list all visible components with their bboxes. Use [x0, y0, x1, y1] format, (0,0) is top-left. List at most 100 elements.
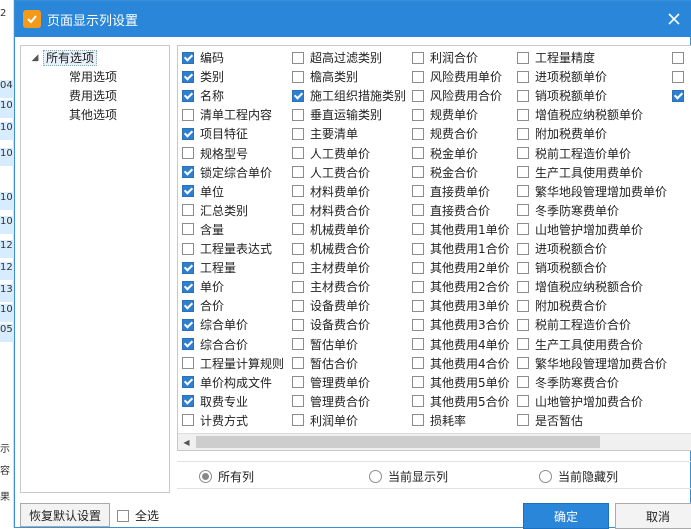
- checkbox[interactable]: [182, 147, 194, 159]
- checkbox[interactable]: [517, 280, 529, 293]
- column-option-item[interactable]: 是否暂估: [517, 411, 583, 430]
- checkbox[interactable]: [412, 223, 424, 236]
- checkbox[interactable]: [517, 357, 529, 370]
- checkbox[interactable]: [517, 108, 529, 121]
- column-option-item[interactable]: 暂估合价: [292, 354, 358, 373]
- column-option-item[interactable]: 设备费单价: [292, 296, 370, 315]
- column-option-item[interactable]: 主要清单: [292, 124, 358, 143]
- checkbox[interactable]: [517, 89, 529, 102]
- column-option-item[interactable]: 直接费合价: [412, 201, 490, 220]
- scroll-thumb[interactable]: [196, 436, 600, 448]
- tree-item-common[interactable]: 常用选项: [69, 68, 117, 86]
- checkbox[interactable]: [292, 338, 304, 350]
- checkbox[interactable]: [517, 127, 529, 140]
- checkbox[interactable]: [292, 376, 304, 389]
- checkbox[interactable]: [517, 318, 529, 331]
- column-option-item[interactable]: 规费单价: [412, 105, 478, 124]
- checkbox[interactable]: [182, 357, 194, 370]
- column-option-item[interactable]: 单价: [182, 277, 224, 296]
- checkbox[interactable]: [412, 147, 424, 159]
- checkbox[interactable]: [412, 51, 424, 64]
- column-option-item[interactable]: 销项税额合价: [517, 258, 607, 277]
- column-option-item[interactable]: 计费方式: [182, 411, 248, 430]
- column-option-item[interactable]: 冬季防寒费合价: [517, 373, 619, 392]
- close-icon[interactable]: [664, 9, 684, 29]
- checkbox[interactable]: [182, 204, 194, 217]
- column-option-item[interactable]: 编码: [182, 48, 224, 67]
- column-option-item[interactable]: 锁定综合单价: [182, 163, 272, 182]
- radio-button[interactable]: [199, 470, 212, 483]
- column-option-item[interactable]: [672, 67, 690, 86]
- column-option-item[interactable]: [672, 86, 690, 105]
- checkbox[interactable]: [517, 376, 529, 389]
- checkbox[interactable]: [517, 299, 529, 312]
- checkbox[interactable]: [292, 51, 304, 64]
- checkbox[interactable]: [517, 147, 529, 159]
- column-option-item[interactable]: 其他费用3单价: [412, 296, 510, 315]
- checkbox[interactable]: [182, 223, 194, 236]
- checkbox[interactable]: [412, 261, 424, 274]
- checkbox[interactable]: [672, 51, 684, 64]
- column-option-item[interactable]: 管理费单价: [292, 373, 370, 392]
- column-option-item[interactable]: 风险费用单价: [412, 67, 502, 86]
- checkbox[interactable]: [412, 318, 424, 331]
- column-option-item[interactable]: 冬季防寒费单价: [517, 201, 619, 220]
- checkbox[interactable]: [517, 338, 529, 350]
- column-option-item[interactable]: 工程量计算规则: [182, 354, 284, 373]
- column-option-item[interactable]: 繁华地段管理增加费单价: [517, 182, 667, 201]
- column-option-item[interactable]: 主材费单价: [292, 258, 370, 277]
- checkbox[interactable]: [412, 185, 424, 198]
- cancel-button[interactable]: 取消: [615, 503, 691, 529]
- checkbox[interactable]: [412, 127, 424, 140]
- checkbox[interactable]: [292, 242, 304, 255]
- checkbox[interactable]: [672, 70, 684, 83]
- checkbox[interactable]: [412, 89, 424, 102]
- checked-checkbox[interactable]: [182, 261, 194, 274]
- checkbox[interactable]: [292, 147, 304, 159]
- checked-checkbox[interactable]: [182, 89, 194, 102]
- checkbox[interactable]: [517, 261, 529, 274]
- checkbox[interactable]: [292, 357, 304, 370]
- column-option-item[interactable]: 进项税额单价: [517, 67, 607, 86]
- column-option-item[interactable]: 山地管护增加费单价: [517, 220, 643, 239]
- column-option-item[interactable]: 工程量精度: [517, 48, 595, 67]
- checked-checkbox[interactable]: [182, 70, 194, 83]
- checkbox[interactable]: [292, 280, 304, 293]
- checked-checkbox[interactable]: [182, 127, 194, 140]
- checkbox[interactable]: [412, 414, 424, 427]
- column-option-item[interactable]: 其他费用2合价: [412, 277, 510, 296]
- tree-item-other[interactable]: 其他选项: [69, 106, 117, 124]
- tree-item-fees[interactable]: 费用选项: [69, 87, 117, 105]
- column-option-item[interactable]: 附加税费合价: [517, 296, 607, 315]
- checkbox[interactable]: [182, 108, 194, 121]
- checkbox[interactable]: [517, 185, 529, 198]
- column-option-item[interactable]: 项目特征: [182, 124, 248, 143]
- checkbox[interactable]: [182, 242, 194, 255]
- radio-hidden-columns[interactable]: 当前隐藏列: [539, 468, 618, 485]
- column-option-item[interactable]: 规格型号: [182, 144, 248, 163]
- column-option-item[interactable]: 垂直运输类别: [292, 105, 382, 124]
- checked-checkbox[interactable]: [182, 185, 194, 198]
- checkbox[interactable]: [292, 108, 304, 121]
- checkbox[interactable]: [292, 223, 304, 236]
- checkbox[interactable]: [517, 70, 529, 83]
- checkbox[interactable]: [517, 395, 529, 408]
- checkbox[interactable]: [292, 70, 304, 83]
- checkbox[interactable]: [412, 108, 424, 121]
- column-option-item[interactable]: 繁华地段管理增加费合价: [517, 354, 667, 373]
- column-option-item[interactable]: 单位: [182, 182, 224, 201]
- column-option-item[interactable]: 利润单价: [292, 411, 358, 430]
- column-option-item[interactable]: 汇总类别: [182, 201, 248, 220]
- checked-checkbox[interactable]: [182, 338, 194, 350]
- checkbox[interactable]: [292, 166, 304, 179]
- horizontal-scrollbar[interactable]: ◀ ▶: [178, 433, 691, 450]
- reset-defaults-button[interactable]: 恢复默认设置: [20, 503, 110, 527]
- column-option-item[interactable]: [672, 48, 690, 67]
- checkbox[interactable]: [292, 204, 304, 217]
- column-option-item[interactable]: 税前工程造价合价: [517, 315, 631, 334]
- checked-checkbox[interactable]: [672, 89, 684, 102]
- column-option-item[interactable]: 风险费用合价: [412, 86, 502, 105]
- checkbox[interactable]: [412, 70, 424, 83]
- column-option-item[interactable]: 综合单价: [182, 315, 248, 334]
- ok-button[interactable]: 确定: [523, 503, 609, 529]
